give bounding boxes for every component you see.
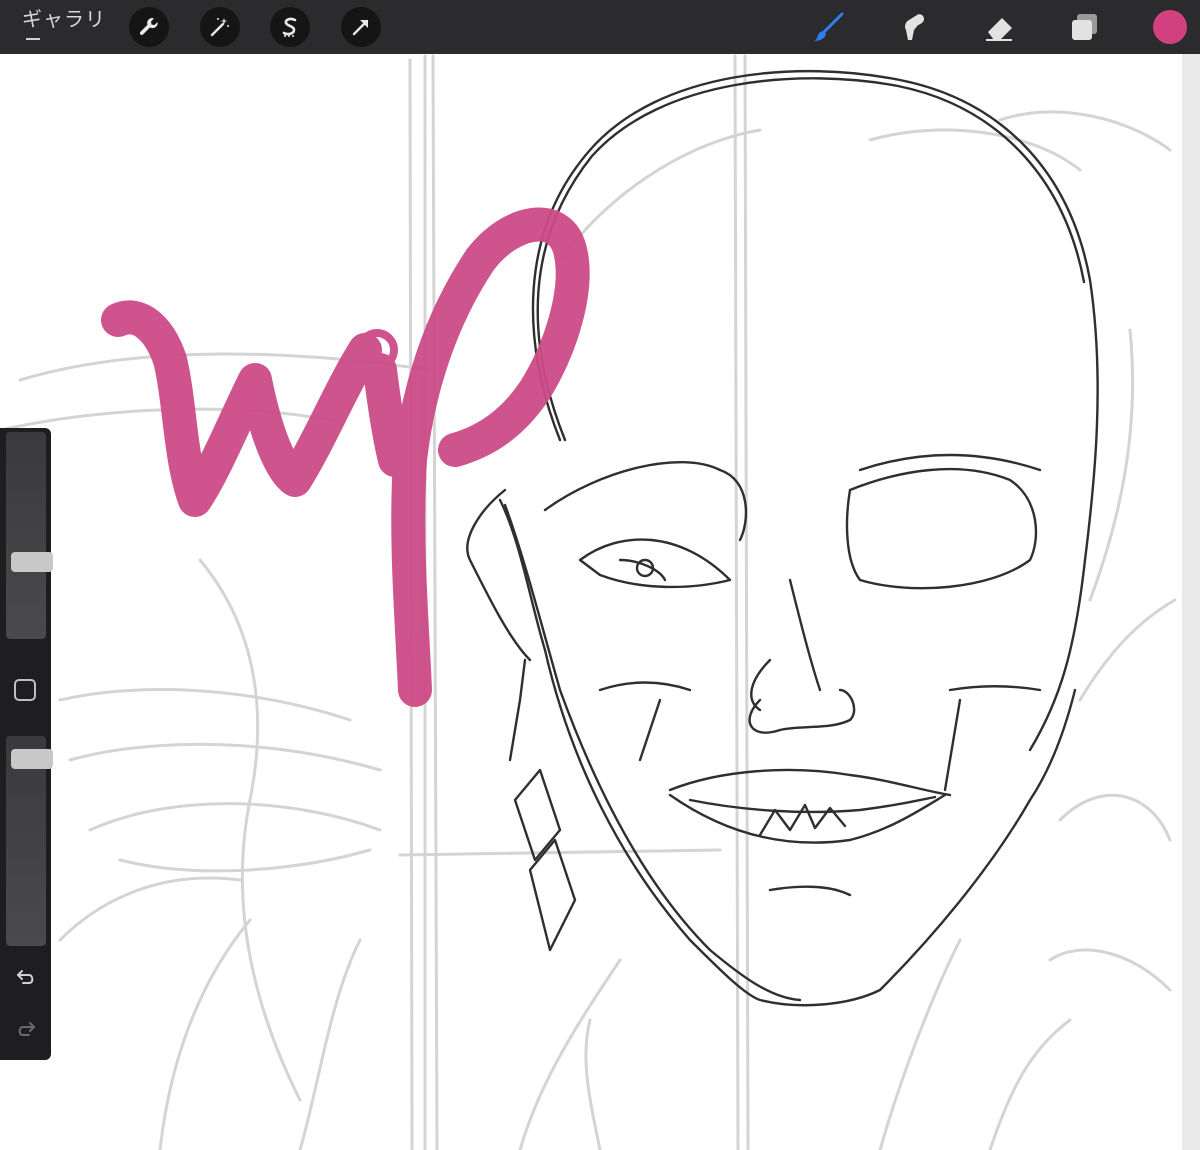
brush-icon	[814, 12, 844, 41]
left-sidebar	[0, 428, 53, 1060]
color-picker-swatch[interactable]	[1153, 10, 1187, 44]
selection-button[interactable]	[270, 7, 310, 47]
brush-size-thumb[interactable]	[11, 552, 53, 573]
gallery-button[interactable]: ギャラリ	[22, 3, 106, 32]
smudge-icon	[905, 14, 924, 41]
transform-button[interactable]	[341, 7, 381, 47]
construction-lines	[0, 54, 1177, 1150]
gallery-underline	[26, 38, 40, 40]
brush-size-slider[interactable]	[6, 432, 53, 639]
opacity-thumb[interactable]	[11, 749, 53, 770]
magic-wand-icon	[210, 18, 229, 37]
face-sketch	[466, 69, 1099, 1007]
redo-icon	[18, 1022, 35, 1036]
opacity-slider[interactable]	[6, 736, 53, 946]
selection-s-icon	[282, 17, 297, 37]
sketch-artwork	[0, 54, 1177, 1150]
eraser-tool-button[interactable]	[978, 6, 1020, 48]
layers-icon	[1072, 14, 1097, 40]
modify-button[interactable]	[14, 679, 36, 701]
smudge-tool-button[interactable]	[893, 6, 935, 48]
undo-icon	[17, 970, 34, 984]
adjustments-button[interactable]	[200, 7, 240, 47]
redo-button[interactable]	[12, 1015, 40, 1043]
wrench-icon	[139, 18, 158, 35]
brush-tool-button[interactable]	[808, 6, 850, 48]
arrow-cursor-icon	[352, 19, 369, 36]
top-toolbar: ギャラリ	[0, 0, 1200, 54]
canvas-edge	[1182, 54, 1200, 1150]
undo-button[interactable]	[12, 963, 40, 991]
wip-watermark	[101, 207, 590, 707]
layers-tool-button[interactable]	[1063, 6, 1105, 48]
actions-button[interactable]	[129, 7, 169, 47]
eraser-icon	[986, 18, 1012, 41]
